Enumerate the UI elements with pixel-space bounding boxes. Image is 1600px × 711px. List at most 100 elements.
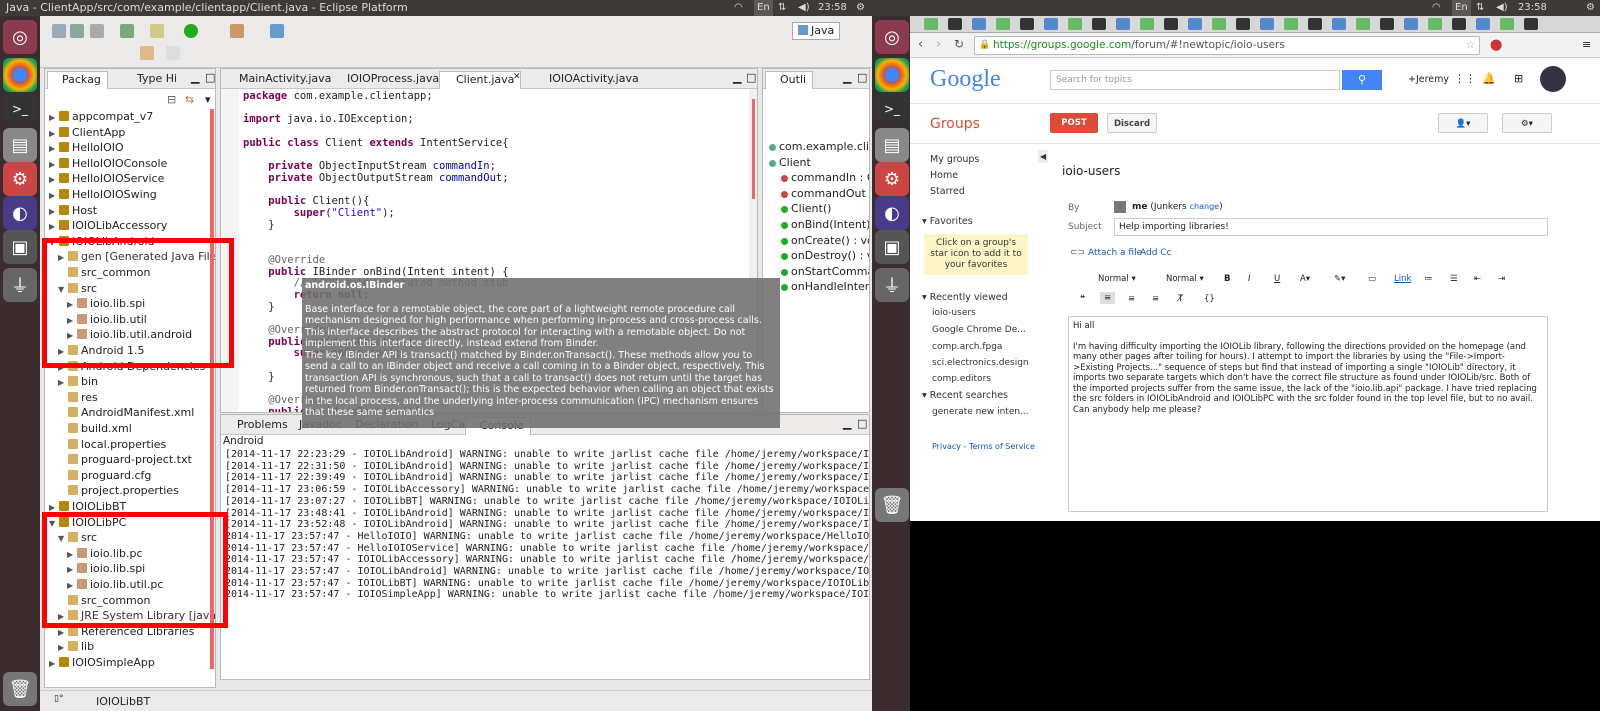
privacy-link[interactable]: Privacy [932,442,961,451]
attach-link[interactable]: ⊂⊃ Attach a file [1070,248,1142,258]
tree-item[interactable]: ▶ bin [58,374,98,390]
browser-tab[interactable] [1476,18,1490,30]
browser-tab[interactable] [1164,18,1178,30]
expand-toggle-icon[interactable]: ▶ [49,157,59,173]
new-icon[interactable] [52,24,66,38]
tree-item[interactable]: ▶ HelloIOIOSwing [49,187,157,203]
browser-tab[interactable] [972,18,986,30]
maximize-icon[interactable]: □ [857,417,867,430]
browser-tab[interactable] [924,18,938,30]
transfer-icon[interactable]: ⇅ [1476,0,1484,16]
font-select[interactable]: Normal ▾ [1098,274,1136,284]
maximize-icon[interactable]: □ [857,71,867,84]
add-cc-link[interactable]: Add Cc [1140,248,1172,258]
eclipse-icon[interactable]: ◐ [875,196,909,230]
forward-icon[interactable] [166,46,180,60]
browser-tab[interactable] [1020,18,1034,30]
settings-button[interactable]: ⚙▾ [1502,113,1552,133]
browser-tab[interactable] [1404,18,1418,30]
browser-tab[interactable] [1188,18,1202,30]
trash-icon[interactable]: 🗑 [875,488,909,522]
tab-client[interactable]: Client.java [439,71,522,89]
wifi-icon[interactable]: ◠ [1432,0,1441,16]
image-icon[interactable]: ▭ [1368,274,1376,284]
browser-tab[interactable] [1356,18,1370,30]
terms-link[interactable]: Terms of Service [969,442,1035,451]
tab-ioioactivity[interactable]: IOIOActivity.java [533,71,645,89]
expand-toggle-icon[interactable]: ▶ [49,188,59,204]
expand-toggle-icon[interactable]: ▶ [49,656,59,672]
size-select[interactable]: Normal ▾ [1166,274,1204,284]
browser-tab[interactable] [1500,18,1514,30]
tree-item[interactable]: ▶ HelloIOIOConsole [49,156,167,172]
message-body[interactable]: Hi all I'm having difficulty importing t… [1068,316,1548,512]
numbered-list-icon[interactable]: ≔ [1424,274,1433,284]
tab-package-explorer[interactable]: Packag [47,71,108,89]
tree-item[interactable]: proguard-project.txt [58,452,192,468]
browser-tab[interactable] [1044,18,1058,30]
maximize-icon[interactable]: □ [205,71,215,84]
google-logo[interactable]: Google [930,66,1001,93]
settings-icon[interactable]: ⚙ [875,162,909,196]
scroll-thumb[interactable] [752,99,755,199]
extension-icon[interactable]: ⬤ [1490,38,1502,51]
back-icon[interactable]: ‹ [918,37,923,52]
debug-icon[interactable] [150,24,164,38]
expand-toggle-icon[interactable]: ▶ [49,204,59,220]
open-type-icon[interactable] [270,24,284,38]
keyboard-indicator[interactable]: En [754,0,773,16]
underline-icon[interactable]: U [1274,274,1280,284]
align-right-icon[interactable]: ≡ [1152,294,1159,304]
tree-item[interactable]: ▶ IOIOLibAccessory [49,218,167,234]
expand-toggle-icon[interactable]: ▶ [49,219,59,235]
tree-item[interactable]: ▶ lib [58,639,94,655]
tree-item[interactable]: ▶ ClientApp [49,125,125,141]
quote-icon[interactable]: ❝ [1080,294,1085,304]
workspace-icon[interactable]: ▣ [3,230,37,264]
outline-item[interactable]: onStartComma [781,264,869,280]
code-icon[interactable]: {} [1204,294,1215,304]
nav-recently-viewed[interactable]: ▾ Recently viewed [922,292,1008,303]
browser-tab[interactable] [1308,18,1322,30]
ubuntu-icon[interactable]: ◎ [875,20,909,54]
clear-format-icon[interactable]: T̸ [1178,294,1183,304]
apps-icon[interactable]: ⋮⋮ [1454,72,1476,85]
change-link[interactable]: change [1190,202,1219,211]
perspective-java[interactable]: Java [792,22,841,40]
text-color-icon[interactable]: A▾ [1300,274,1310,284]
search-button[interactable]: ⚲ [1342,70,1382,90]
tab-outline[interactable]: Outli [765,71,814,89]
tree-item[interactable]: ▶ HelloIOIO [49,140,124,156]
browser-tab[interactable] [1260,18,1274,30]
tree-item[interactable]: ▶ IOIOSimpleApp [49,655,155,671]
recent-item[interactable]: Google Chrome De... [932,325,1026,335]
settings-icon[interactable]: ⚙ [3,162,37,196]
minimize-icon[interactable]: ▁ [843,417,851,430]
browser-tab[interactable] [996,18,1010,30]
minimize-icon[interactable]: ▁ [191,71,199,84]
search-icon[interactable] [230,24,244,38]
bullet-list-icon[interactable]: ☰ [1450,274,1458,284]
collapse-all-icon[interactable]: ⊟ [167,93,176,106]
subject-input[interactable]: Help importing libraries! [1114,218,1548,236]
browser-tab[interactable] [1140,18,1154,30]
files-icon[interactable]: ▤ [875,128,909,162]
minimize-icon[interactable]: ▁ [843,71,851,84]
outline-item[interactable]: onCreate() : vo [781,233,869,249]
recent-item[interactable]: sci.electronics.design [932,358,1029,368]
eclipse-icon[interactable]: ◐ [3,196,37,230]
browser-tab[interactable] [1236,18,1250,30]
chrome-icon[interactable] [875,58,909,92]
expand-toggle-icon[interactable]: ▶ [49,172,59,188]
expand-toggle-icon[interactable]: ▶ [58,375,68,391]
ubuntu-icon[interactable]: ◎ [3,20,37,54]
expand-toggle-icon[interactable]: ▶ [49,141,59,157]
maximize-icon[interactable]: □ [746,71,756,84]
browser-tab[interactable] [1452,18,1466,30]
outline-item[interactable]: onDestroy() : v [781,248,869,264]
tree-item[interactable]: local.properties [58,437,166,453]
search-item[interactable]: generate new inten... [932,407,1029,417]
tab-mainactivity[interactable]: MainActivity.java [223,71,337,89]
nav-home[interactable]: Home [930,170,958,181]
url-field[interactable]: 🔒 https://groups.google.com/forum/#!newt… [974,36,1480,55]
